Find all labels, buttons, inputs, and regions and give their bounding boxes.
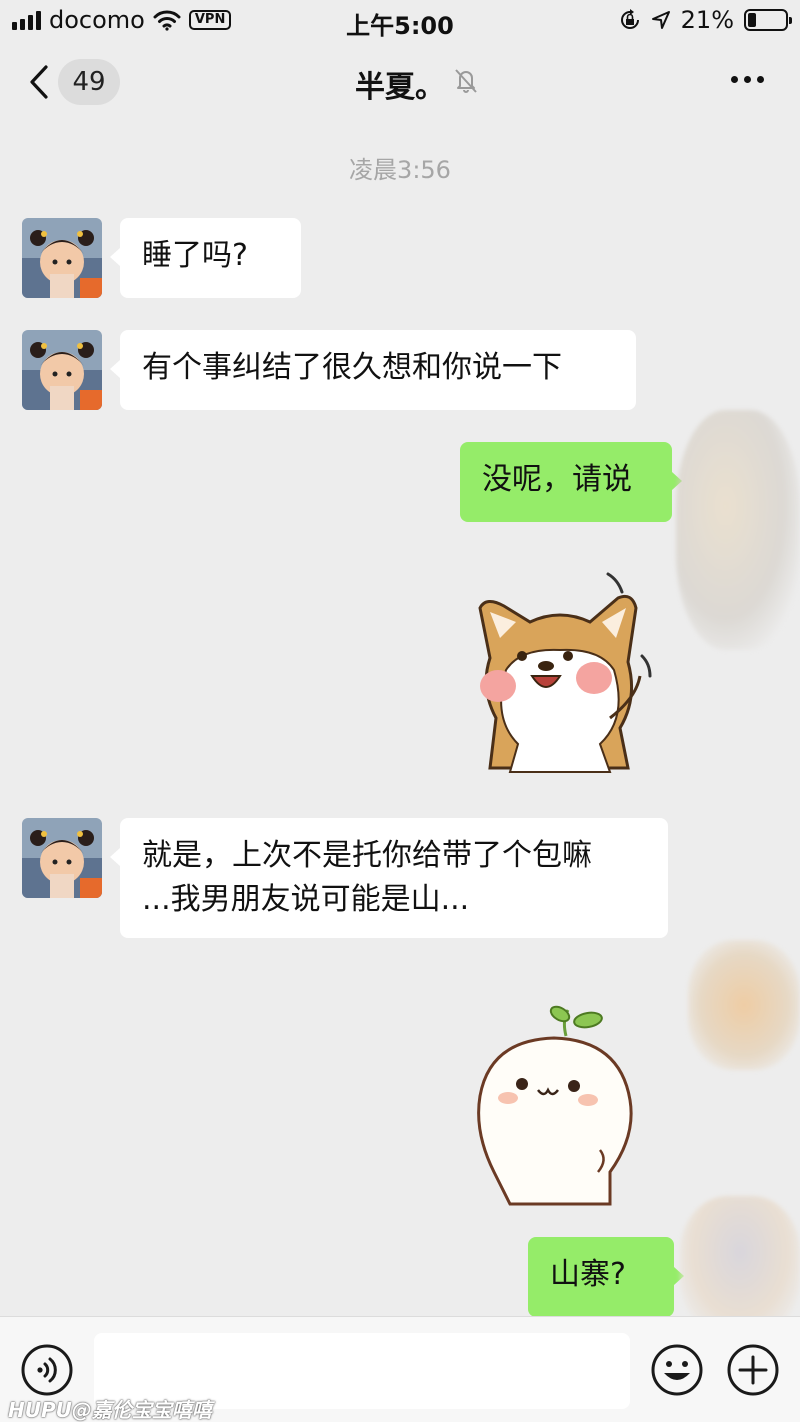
mute-bell-icon xyxy=(455,69,477,93)
sprout-bun-sticker[interactable] xyxy=(470,1000,640,1206)
redaction-smudge xyxy=(680,1196,800,1336)
battery-icon xyxy=(744,9,792,31)
plus-circle-icon xyxy=(727,1344,779,1396)
watermark-brand: HUPU xyxy=(8,1398,72,1422)
message-timestamp: 凌晨3:56 xyxy=(349,156,451,184)
chat-header: 49 半夏。 xyxy=(0,48,800,118)
more-options-button[interactable] xyxy=(731,76,764,83)
more-functions-button[interactable] xyxy=(726,1343,780,1401)
emoji-button[interactable] xyxy=(650,1343,704,1401)
shiba-dog-sticker[interactable] xyxy=(460,568,660,778)
outgoing-message[interactable]: 没呢，请说 xyxy=(460,442,682,522)
message-text: 山寨? xyxy=(550,1257,626,1292)
contact-avatar[interactable] xyxy=(22,330,102,410)
status-bar: docomo VPN 上午5:00 21% xyxy=(0,0,800,40)
battery-percent: 21% xyxy=(680,6,734,34)
voice-icon xyxy=(21,1344,73,1396)
message-line: ...我男朋友说可能是山... xyxy=(142,882,470,917)
message-text: 有个事纠结了很久想和你说一下 xyxy=(142,350,562,385)
chat-title: 半夏。 xyxy=(355,70,445,105)
contact-avatar[interactable] xyxy=(22,218,102,298)
contact-avatar[interactable] xyxy=(22,818,102,898)
watermark-text: @嘉伦宝宝嘻嘻 xyxy=(71,1398,212,1422)
orientation-lock-icon xyxy=(620,9,639,29)
incoming-message[interactable]: 就是，上次不是托你给带了个包嘛 ...我男朋友说可能是山... xyxy=(110,818,668,938)
smiley-face-icon xyxy=(651,1344,703,1396)
incoming-message[interactable]: 有个事纠结了很久想和你说一下 xyxy=(110,330,636,410)
location-icon xyxy=(651,11,670,29)
message-line: 就是，上次不是托你给带了个包嘛 xyxy=(142,838,592,873)
outgoing-message[interactable]: 山寨? xyxy=(528,1237,684,1317)
voice-input-button[interactable] xyxy=(20,1343,74,1401)
redaction-smudge xyxy=(688,940,800,1070)
message-text: 没呢，请说 xyxy=(482,462,632,497)
incoming-message[interactable]: 睡了吗? xyxy=(110,218,301,298)
watermark: HUPU@嘉伦宝宝嘻嘻 xyxy=(8,1394,212,1422)
message-text: 睡了吗? xyxy=(142,238,248,273)
redaction-smudge xyxy=(676,410,800,650)
